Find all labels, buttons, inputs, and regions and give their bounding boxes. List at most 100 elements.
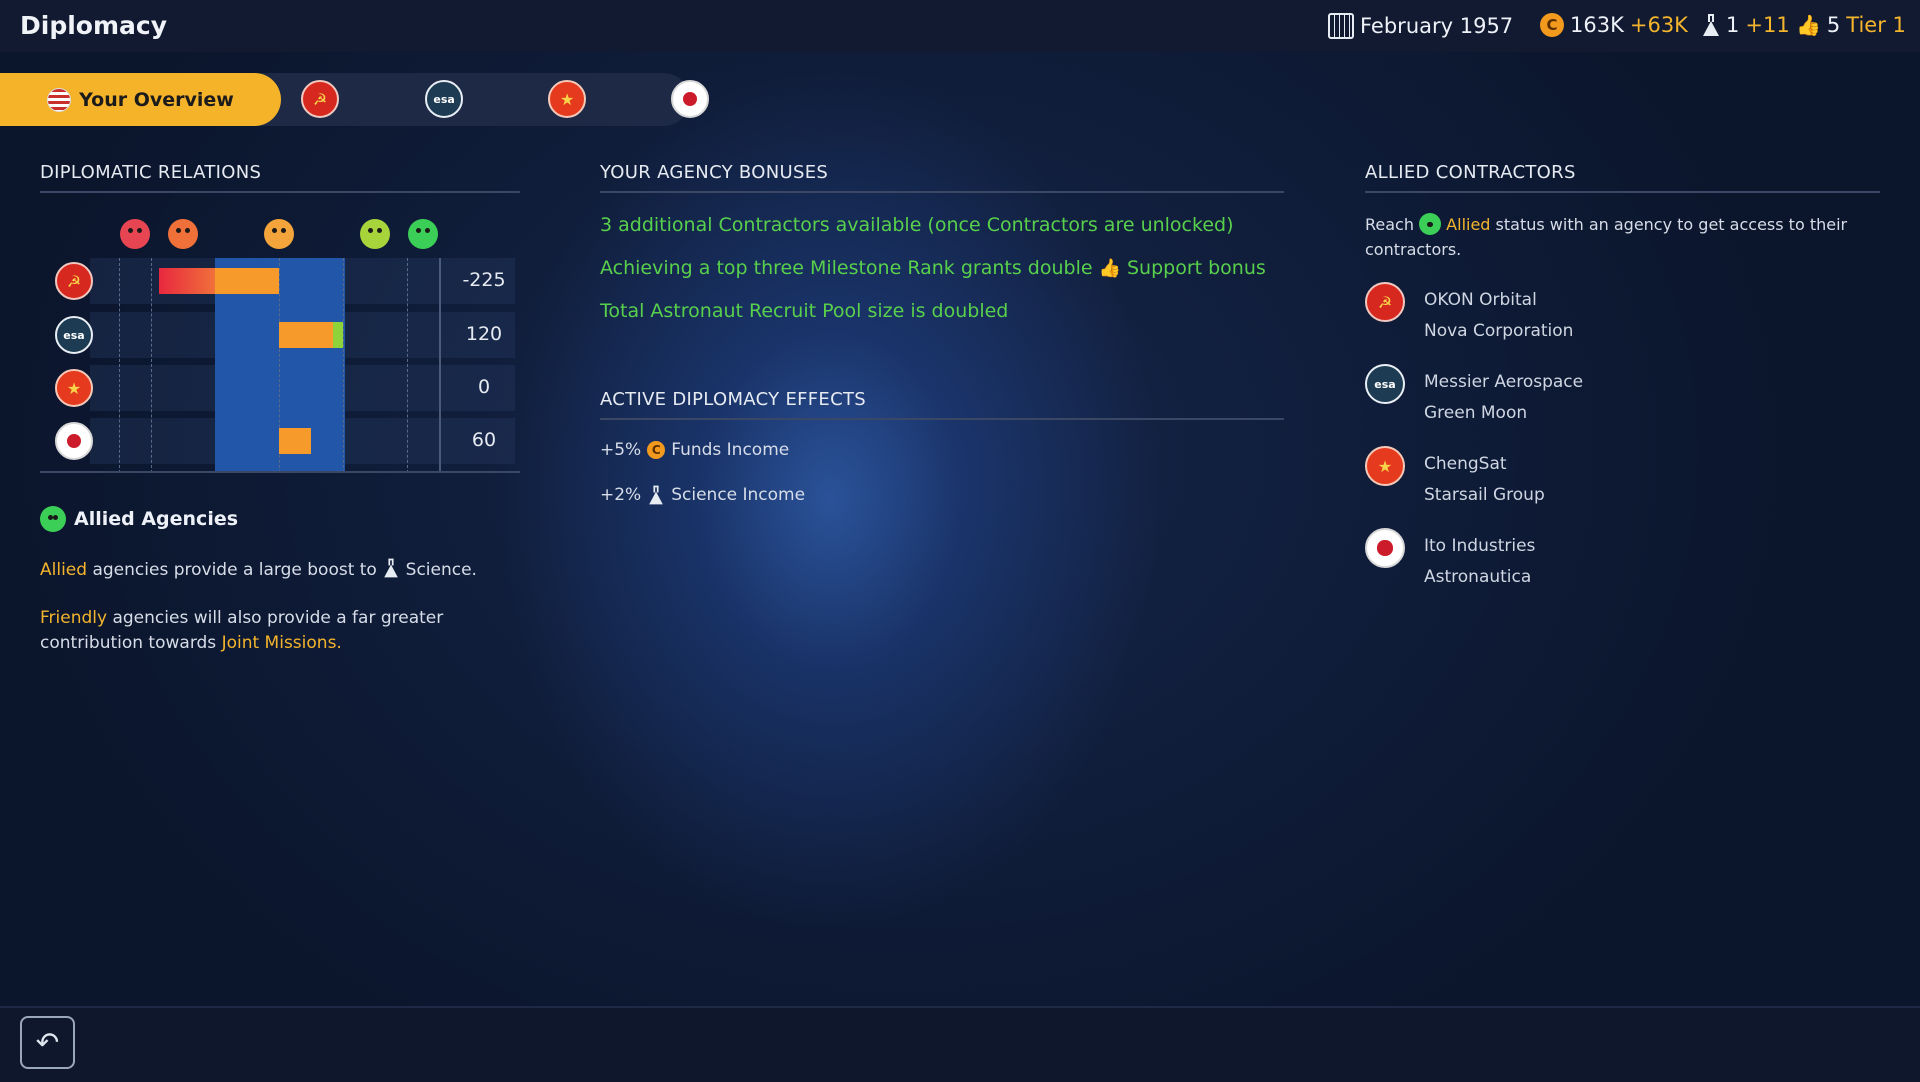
intro-line2: contractors.	[1365, 240, 1462, 259]
allied-face-icon	[408, 219, 438, 249]
flask-icon	[649, 485, 664, 505]
bottom-bar	[0, 1006, 1920, 1082]
coin-icon: C	[1540, 13, 1564, 37]
tab-your-overview[interactable]: Your Overview	[0, 73, 281, 126]
hostile-face-icon	[120, 219, 150, 249]
esa-logo-icon: esa	[433, 92, 455, 106]
support-value: 5	[1826, 13, 1841, 37]
allied-agencies-heading: Allied Agencies	[40, 506, 238, 532]
contractor-name: Ito Industries	[1424, 536, 1536, 556]
china-flag-icon[interactable]: ★	[55, 369, 93, 407]
chart-baseline	[40, 471, 520, 473]
science-display[interactable]: 1 +11	[1702, 13, 1790, 37]
flask-icon	[384, 558, 399, 578]
rising-sun-icon	[673, 82, 707, 116]
contractor-name: ChengSat	[1424, 454, 1507, 474]
divider	[1365, 191, 1880, 193]
relation-bar-positive	[333, 322, 343, 348]
science-value: 1	[1726, 13, 1740, 37]
funds-income-effect: +5% C Funds Income	[600, 440, 789, 460]
science-income-label: Science Income	[671, 485, 806, 505]
tab-esa[interactable]: esa	[425, 80, 464, 118]
bonus-item: Achieving a top three Milestone Rank gra…	[600, 257, 1266, 279]
allied-heading-text: Allied Agencies	[74, 508, 239, 530]
joint-missions-link[interactable]: Joint Missions.	[222, 633, 342, 653]
date-display: February 1957	[1328, 13, 1513, 39]
threshold-line	[407, 258, 408, 473]
relation-bar	[215, 268, 279, 294]
tab-your-overview-label: Your Overview	[79, 88, 234, 111]
allied-face-icon	[1419, 213, 1442, 235]
top-bar: Diplomacy February 1957 C 163K +63K 1 +1…	[0, 0, 1920, 52]
japan-flag-icon	[1365, 528, 1405, 568]
relation-bar-negative	[159, 268, 215, 294]
back-arrow-icon: ↶	[35, 1026, 60, 1059]
support-tier: Tier 1	[1846, 13, 1906, 37]
star-icon: ★	[560, 89, 575, 109]
thumbs-up-icon: 👍	[1796, 13, 1821, 37]
tab-china[interactable]: ★	[548, 80, 587, 118]
japan-flag-icon[interactable]	[55, 422, 93, 460]
science-income-effect: +2% Science Income	[600, 484, 805, 506]
funds-display[interactable]: C 163K +63K	[1540, 13, 1688, 37]
bonus-item: Total Astronaut Recruit Pool size is dou…	[600, 300, 1009, 322]
neutral-face-icon	[264, 219, 294, 249]
divider	[600, 418, 1284, 420]
bonus-item: 3 additional Contractors available (once…	[600, 214, 1234, 236]
allied-face-icon	[40, 506, 66, 532]
intro-prefix: Reach	[1365, 215, 1414, 234]
threshold-line	[151, 258, 152, 473]
tab-ussr[interactable]: ☭	[301, 80, 339, 118]
bonus-text: Achieving a top three Milestone Rank gra…	[600, 257, 1093, 279]
funds-value: 163K	[1570, 13, 1624, 37]
contractor-name: Nova Corporation	[1424, 321, 1574, 341]
hammer-sickle-icon: ☭	[312, 89, 328, 109]
intro-suffix: status with an agency to get access to t…	[1495, 215, 1848, 234]
threshold-line	[343, 258, 344, 473]
support-bonus-text: Support bonus	[1126, 257, 1266, 279]
contractor-group-esa: esa Messier Aerospace Green Moon	[1365, 364, 1583, 423]
esa-flag-icon: esa	[1365, 364, 1405, 404]
diplomatic-relations-title: DIPLOMATIC RELATIONS	[40, 162, 262, 183]
contractor-name: OKON Orbital	[1424, 290, 1537, 310]
allied-contractors-title: ALLIED CONTRACTORS	[1365, 162, 1576, 183]
funds-delta: +63K	[1629, 13, 1688, 37]
contractor-group-ussr: ☭ OKON Orbital Nova Corporation	[1365, 282, 1573, 341]
china-flag-icon: ★	[1365, 446, 1405, 486]
back-button[interactable]: ↶	[20, 1016, 75, 1069]
thumbs-up-icon: 👍	[1098, 257, 1121, 279]
usa-flag-icon	[47, 87, 72, 112]
allied-description: Allied agencies provide a large boost to…	[40, 557, 477, 583]
friendly-word: Friendly	[40, 608, 108, 628]
coin-icon: C	[647, 441, 666, 459]
contractor-name: Astronautica	[1424, 567, 1532, 587]
allied-text: agencies provide a large boost to	[92, 560, 377, 580]
relation-bar	[279, 322, 333, 348]
divider	[40, 191, 520, 193]
funds-income-label: Funds Income	[671, 440, 790, 460]
allied-word: Allied	[40, 560, 88, 580]
diplomacy-effects-title: ACTIVE DIPLOMACY EFFECTS	[600, 389, 866, 410]
page-title: Diplomacy	[20, 11, 167, 40]
support-display[interactable]: 👍 5 Tier 1	[1796, 13, 1906, 37]
funds-pct: +5%	[600, 440, 642, 460]
contractor-name: Green Moon	[1424, 403, 1528, 423]
agency-bonuses-title: YOUR AGENCY BONUSES	[600, 162, 829, 183]
esa-flag-icon[interactable]: esa	[55, 316, 93, 354]
divider	[600, 191, 1284, 193]
intro-allied: Allied	[1446, 215, 1491, 234]
contractors-intro: Reach Allied status with an agency to ge…	[1365, 212, 1885, 262]
relation-value: -225	[462, 269, 506, 291]
threshold-line	[119, 258, 120, 473]
tab-japan[interactable]	[671, 80, 710, 118]
agency-tabs: Your Overview ☭ esa ★	[0, 73, 710, 126]
contractor-group-china: ★ ChengSat Starsail Group	[1365, 446, 1545, 505]
science-pct: +2%	[600, 485, 642, 505]
relation-value: 60	[471, 429, 497, 451]
friendly-face-icon	[360, 219, 390, 249]
relation-value: 0	[477, 376, 491, 398]
ussr-flag-icon[interactable]: ☭	[55, 262, 93, 300]
relation-value: 120	[465, 323, 503, 345]
contractor-group-japan: Ito Industries Astronautica	[1365, 528, 1535, 587]
ussr-flag-icon: ☭	[1365, 282, 1405, 322]
